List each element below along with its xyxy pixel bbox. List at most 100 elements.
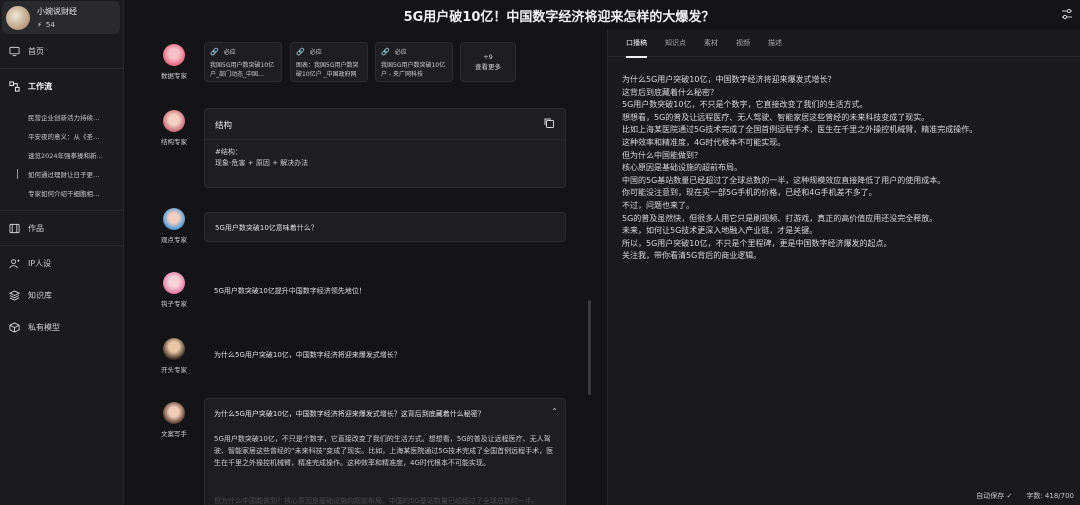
- link-icon: 🔗: [381, 47, 390, 56]
- writer-headline: 为什么5G用户突破10亿，中国数字经济将迎来爆发式增长？这背后到底藏着什么秘密？: [214, 410, 485, 418]
- agent-avatar: [163, 208, 185, 230]
- hook-message: 5G用户数突破10亿提升中国数字经济领先地位！: [214, 287, 366, 295]
- script-line: 不过，问题也来了。: [622, 200, 694, 210]
- ref-text: 图表：我国5G用户数突破10亿户 _中国政府网: [296, 62, 359, 78]
- ref-text: 我国5G用户数突破10亿户_部门动态_中国…: [210, 62, 275, 78]
- user-name: 小婉说财经: [37, 7, 77, 16]
- agent-data-expert: 数据专家: [152, 44, 196, 80]
- sidebar: 小婉说财经 ⚡ 54 首页 工作流 民营企业创新活力持续… 平安夜的意义：从《圣…: [0, 0, 124, 505]
- workflow-item[interactable]: 专家如何介绍干细胞相…: [0, 183, 123, 202]
- agent-avatar: [163, 272, 185, 294]
- link-icon: 🔗: [296, 47, 305, 56]
- structure-title: 结构: [215, 121, 233, 131]
- script-line: 为什么5G用户突破10亿，中国数字经济将迎来爆发式增长？: [622, 75, 836, 84]
- tab-description[interactable]: 描述: [768, 30, 782, 57]
- tab-materials[interactable]: 素材: [704, 30, 718, 57]
- film-icon: [8, 222, 20, 234]
- agent-label: 钩子专家: [161, 300, 187, 308]
- script-editor[interactable]: 为什么5G用户突破10亿，中国数字经济将迎来爆发式增长？ 这背后到底藏着什么秘密…: [622, 74, 1067, 263]
- nav-home-label: 首页: [28, 46, 44, 56]
- agent-label: 观点专家: [161, 236, 187, 244]
- points-value: 54: [45, 21, 55, 29]
- word-count: 字数: 418/700: [1026, 492, 1074, 500]
- nav-works[interactable]: 作品: [0, 215, 123, 241]
- monitor-icon: [8, 45, 20, 57]
- script-tabs: 口播稿 知识点 素材 视频 描述: [608, 30, 1080, 58]
- agent-label: 数据专家: [161, 72, 187, 80]
- nav-ip-persona[interactable]: IP人设: [0, 250, 123, 276]
- nav-works-label: 作品: [28, 223, 44, 233]
- divider: [0, 245, 123, 246]
- bolt-icon: ⚡: [37, 21, 42, 29]
- user-plus-icon: [8, 257, 20, 269]
- chevron-up-icon[interactable]: ⌃: [551, 407, 558, 416]
- nav-ip-label: IP人设: [28, 258, 52, 268]
- divider: [205, 139, 565, 140]
- reference-card[interactable]: 🔗 必应 图表：我国5G用户数突破10亿户 _中国政府网: [290, 42, 368, 82]
- nav-private-model[interactable]: 私有模型: [0, 314, 123, 340]
- writer-body-faded: 但为什么中国能做到？核心原因是基础设施的超前布局。中国的5G基站数量已经超过了全…: [214, 497, 539, 505]
- agent-avatar: [163, 338, 185, 360]
- tab-video[interactable]: 视频: [736, 30, 750, 57]
- script-line: 想想看，5G的普及让远程医疗、无人驾驶、智能家居这些曾经的未来科技变成了现实。: [622, 112, 930, 122]
- editor-footer: 自动保存 ✓ 字数: 418/700: [976, 491, 1074, 501]
- autosave-status: 自动保存 ✓: [976, 492, 1013, 500]
- copy-icon[interactable]: [543, 117, 555, 131]
- reference-card[interactable]: 🔗 必应 我国5G用户数突破10亿户_部门动态_中国…: [204, 42, 282, 82]
- workflow-icon: [8, 80, 20, 92]
- more-count: +9: [483, 53, 493, 61]
- more-label: 查看更多: [475, 63, 501, 71]
- opening-message: 为什么5G用户突破10亿，中国数字经济将迎来爆发式增长？: [214, 351, 401, 359]
- tab-script[interactable]: 口播稿: [626, 30, 647, 58]
- script-line: 中国的5G基站数量已经超过了全球总数的一半，这种规模效应直接降低了用户的使用成本…: [622, 175, 946, 185]
- script-line: 这背后到底藏着什么秘密？: [622, 87, 718, 97]
- agent-structure-expert: 结构专家: [152, 110, 196, 146]
- reference-card[interactable]: 🔗 必应 我国5G用户数突破10亿户 - 央广网科技: [375, 42, 453, 82]
- structure-line: 现象-危害 + 原因 + 解决办法: [215, 159, 309, 167]
- nav-home[interactable]: 首页: [0, 38, 123, 64]
- agent-hook-expert: 钩子专家: [152, 272, 196, 308]
- structure-line: #结构：: [215, 148, 242, 156]
- workflow-item[interactable]: 速览2024年强拳操和新…: [0, 145, 123, 164]
- workflow-item[interactable]: 民营企业创新活力持续…: [0, 107, 123, 126]
- agent-opening-expert: 开头专家: [152, 338, 196, 374]
- user-profile[interactable]: 小婉说财经 ⚡ 54: [2, 1, 120, 34]
- agent-label: 开头专家: [161, 366, 187, 374]
- workflow-item-current[interactable]: 如何通过理财让日子更…: [0, 164, 123, 183]
- divider: [0, 68, 123, 69]
- header: 5G用户破10亿！中国数字经济将迎来怎样的大爆发？: [124, 0, 1080, 30]
- script-line: 所以，5G用户突破10亿，不只是个里程碑，更是中国数字经济爆发的起点。: [622, 238, 892, 248]
- workflow-item[interactable]: 平安夜的意义：从《圣…: [0, 126, 123, 145]
- viewpoint-message: 5G用户数突破10亿意味着什么？: [204, 212, 566, 242]
- agent-avatar: [163, 402, 185, 424]
- view-more-button[interactable]: +9 查看更多: [460, 42, 516, 82]
- agent-writer: 文案写手: [152, 402, 196, 438]
- tab-knowledge[interactable]: 知识点: [665, 30, 686, 57]
- script-line: 你可能没注意到，现在买一部5G手机的价格，已经和4G手机差不多了。: [622, 188, 877, 198]
- writer-body: 5G用户数突破10亿，不只是个数字，它直接改变了我们的生活方式。想想看，5G的普…: [214, 435, 554, 467]
- layers-icon: [8, 289, 20, 301]
- nav-knowledge-label: 知识库: [28, 290, 52, 300]
- link-icon: 🔗: [210, 47, 219, 56]
- script-line: 5G用户数突破10亿，不只是个数字，它直接改变了我们的生活方式。: [622, 100, 868, 110]
- structure-card: 结构 #结构： 现象-危害 + 原因 + 解决办法: [204, 108, 566, 188]
- nav-knowledge-base[interactable]: 知识库: [0, 282, 123, 308]
- agent-label: 文案写手: [161, 430, 187, 438]
- agent-avatar: [163, 110, 185, 132]
- ref-text: 我国5G用户数突破10亿户 - 央广网科技: [381, 62, 446, 78]
- nav-workflow[interactable]: 工作流: [0, 73, 123, 99]
- script-line: 5G的普及虽然快，但很多人用它只是刷视频、打游戏，真正的高价值应用还没完全释放。: [622, 213, 938, 223]
- chat-scrollbar[interactable]: [588, 300, 591, 395]
- script-line: 核心原因是基础设施的超前布局。: [622, 163, 742, 173]
- settings-sliders-icon[interactable]: [1060, 7, 1074, 21]
- agent-viewpoint-expert: 观点专家: [152, 208, 196, 244]
- cube-icon: [8, 321, 20, 333]
- divider: [0, 210, 123, 211]
- avatar[interactable]: [6, 5, 30, 30]
- writer-card: 为什么5G用户突破10亿，中国数字经济将迎来爆发式增长？这背后到底藏着什么秘密？…: [204, 398, 566, 505]
- nav-workflow-label: 工作流: [28, 81, 52, 91]
- script-pane: 口播稿 知识点 素材 视频 描述 为什么5G用户突破10亿，中国数字经济将迎来爆…: [607, 30, 1080, 505]
- ref-source: 必应: [309, 49, 322, 56]
- agent-avatar: [163, 44, 185, 66]
- ref-source: 必应: [394, 49, 407, 56]
